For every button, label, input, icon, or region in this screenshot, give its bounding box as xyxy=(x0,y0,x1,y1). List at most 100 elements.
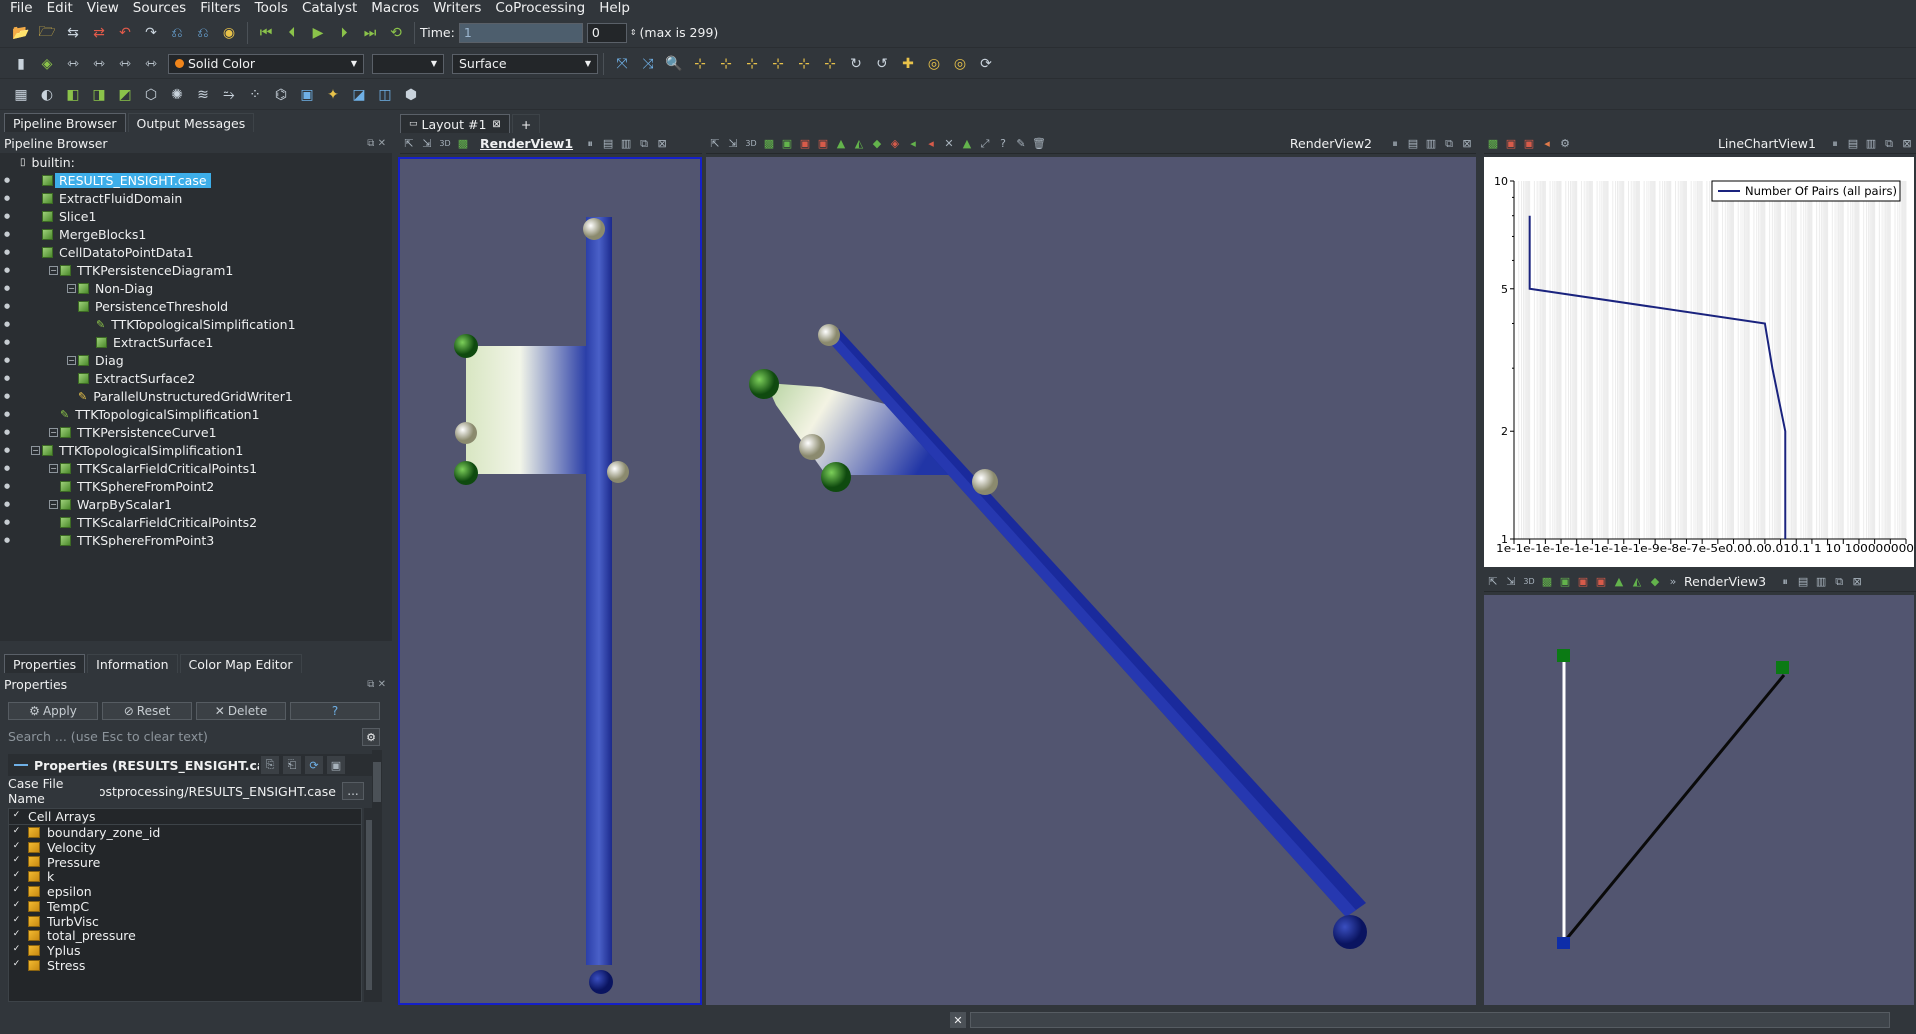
menu-help[interactable]: Help xyxy=(599,0,630,16)
cell-array-item[interactable]: ✓ Velocity xyxy=(9,840,361,855)
split-v-icon[interactable]: ▥ xyxy=(619,137,633,151)
collapse-icon[interactable]: − xyxy=(49,265,58,275)
maximize-icon[interactable]: ⧉ xyxy=(1882,137,1896,151)
polygon-select-icon[interactable]: ◆ xyxy=(1648,575,1662,589)
pipeline-item[interactable]: ● RESULTS_ENSIGHT.case xyxy=(0,171,392,189)
menu-edit[interactable]: Edit xyxy=(47,0,73,16)
float-icon[interactable]: ⧉ xyxy=(367,138,374,149)
group-datasets-icon[interactable]: ⁘ xyxy=(244,84,266,106)
menu-sources[interactable]: Sources xyxy=(133,0,186,16)
grow-selection-icon[interactable]: ◂ xyxy=(1540,137,1554,151)
capture-icon[interactable]: ▩ xyxy=(762,137,776,151)
cell-arrays-all-checkbox[interactable]: ✓ xyxy=(11,811,22,822)
extract-subset-icon[interactable]: ⬡ xyxy=(140,84,162,106)
interaction-icon[interactable]: ⇱ xyxy=(402,137,416,151)
cell-array-checkbox[interactable]: ✓ xyxy=(11,960,22,971)
float-icon[interactable]: ⧉ xyxy=(367,679,374,690)
selection-icon[interactable]: ✦ xyxy=(322,84,344,106)
cell-array-item[interactable]: ✓ Stress xyxy=(9,958,361,973)
select-points-icon[interactable]: ▣ xyxy=(1576,575,1590,589)
cell-array-item[interactable]: ✓ boundary_zone_id xyxy=(9,825,361,840)
tab-layout-1[interactable]: ▭ Layout #1 ⊠ xyxy=(400,114,510,133)
menu-writers[interactable]: Writers xyxy=(433,0,481,16)
interactive-select-icon[interactable]: ◭ xyxy=(1630,575,1644,589)
tab-information[interactable]: Information xyxy=(87,654,178,673)
cell-array-checkbox[interactable]: ✓ xyxy=(11,900,22,912)
interaction-icon[interactable]: ⇱ xyxy=(708,137,722,151)
eye-icon[interactable]: ● xyxy=(0,194,14,202)
cell-array-checkbox[interactable]: ✓ xyxy=(11,871,22,882)
select-points-icon[interactable]: ▣ xyxy=(1504,137,1518,151)
selection-icon[interactable]: ⇲ xyxy=(420,137,434,151)
eye-icon[interactable]: ● xyxy=(0,266,14,274)
maximize-icon[interactable]: ⧉ xyxy=(637,137,651,151)
pause-icon[interactable]: ⏸ xyxy=(583,137,597,151)
pause-icon[interactable]: ⏸ xyxy=(1388,137,1402,151)
cell-array-item[interactable]: ✓ Pressure xyxy=(9,855,361,870)
pipeline-item[interactable]: ● TTKSphereFromPoint2 xyxy=(0,477,392,495)
reset-button[interactable]: ⊘ Reset xyxy=(102,702,192,720)
split-v-icon[interactable]: ▥ xyxy=(1424,137,1438,151)
representation-select[interactable]: Surface ▼ xyxy=(452,53,598,74)
chart-settings-icon[interactable]: ⚙ xyxy=(1558,137,1572,151)
reset-range-icon[interactable]: ⇿ xyxy=(62,53,84,75)
select-block-icon[interactable]: ▲ xyxy=(834,137,848,151)
find-data-icon[interactable]: ▣ xyxy=(296,84,318,106)
collapse-icon[interactable]: − xyxy=(49,427,58,437)
maximize-icon[interactable]: ⧉ xyxy=(1832,575,1846,589)
connect-icon[interactable]: ⇆ xyxy=(62,22,84,44)
pause-icon[interactable]: ⏸ xyxy=(1828,137,1842,151)
redo-icon[interactable]: ↷ xyxy=(140,22,162,44)
close-icon[interactable]: ⊠ xyxy=(1900,137,1914,151)
select-frustum-icon[interactable]: ▣ xyxy=(1594,575,1608,589)
paste-icon[interactable]: ⎗ xyxy=(283,756,301,774)
renderview2-canvas[interactable] xyxy=(706,157,1476,1005)
eye-icon[interactable]: ● xyxy=(0,212,14,220)
interaction-icon[interactable]: ⇱ xyxy=(1486,575,1500,589)
pipeline-item[interactable]: ● − WarpByScalar1 xyxy=(0,495,392,513)
polygon-select-icon[interactable]: ◆ xyxy=(870,137,884,151)
time-step-arrows[interactable]: ⇕ xyxy=(630,28,637,37)
help-button[interactable]: ? xyxy=(290,702,380,720)
pipeline-item[interactable]: ● TTKScalarFieldCriticalPoints2 xyxy=(0,513,392,531)
tab-pipeline-browser[interactable]: Pipeline Browser xyxy=(4,113,126,132)
gear-icon[interactable]: ⚙ xyxy=(362,728,380,746)
color-by-select[interactable]: Solid Color ▼ xyxy=(168,53,364,74)
select-block-icon[interactable]: ▲ xyxy=(1612,575,1626,589)
eye-icon[interactable]: ● xyxy=(0,374,14,382)
calculator-icon[interactable]: ▮ xyxy=(10,53,32,75)
clear-selection-icon[interactable]: ✕ xyxy=(942,137,956,151)
cell-array-item[interactable]: ✓ epsilon xyxy=(9,884,361,899)
tab-output-messages[interactable]: Output Messages xyxy=(127,113,255,132)
3d-toggle-icon[interactable]: 3D xyxy=(744,137,758,151)
undo-icon[interactable]: ↶ xyxy=(114,22,136,44)
plot-selection-icon[interactable]: ◫ xyxy=(374,84,396,106)
split-h-icon[interactable]: ▤ xyxy=(1406,137,1420,151)
pipeline-item[interactable]: ● − Diag xyxy=(0,351,392,369)
menu-catalyst[interactable]: Catalyst xyxy=(302,0,357,16)
split-h-icon[interactable]: ▤ xyxy=(1796,575,1810,589)
view-minus-z-icon[interactable]: ⊹ xyxy=(819,53,841,75)
collapse-icon[interactable]: − xyxy=(67,355,76,365)
view-plus-y-icon[interactable]: ⊹ xyxy=(741,53,763,75)
shrink-selection-icon[interactable]: ◂ xyxy=(924,137,938,151)
palette-icon[interactable]: ◉ xyxy=(218,22,240,44)
capture-icon[interactable]: ▩ xyxy=(1540,575,1554,589)
menu-tools[interactable]: Tools xyxy=(255,0,288,16)
menu-view[interactable]: View xyxy=(87,0,119,16)
last-frame-icon[interactable]: ⏭ xyxy=(359,22,381,44)
selection-icon[interactable]: ⇲ xyxy=(726,137,740,151)
pipeline-item[interactable]: ● ✎ ParallelUnstructuredGridWriter1 xyxy=(0,387,392,405)
clip-filter-icon[interactable]: ◧ xyxy=(62,84,84,106)
zoom-box-icon[interactable]: 🔍 xyxy=(663,53,685,75)
stream-tracer-icon[interactable]: ≋ xyxy=(192,84,214,106)
pipeline-item[interactable]: ● − TTKPersistenceDiagram1 xyxy=(0,261,392,279)
eye-icon[interactable]: ● xyxy=(0,176,14,184)
pick-center-icon[interactable]: ◎ xyxy=(923,53,945,75)
pipeline-item[interactable]: ● − Non-Diag xyxy=(0,279,392,297)
interactive-select-icon[interactable]: ◭ xyxy=(852,137,866,151)
rotate-camera-icon[interactable]: ⟳ xyxy=(975,53,997,75)
eye-icon[interactable]: ● xyxy=(0,248,14,256)
eye-icon[interactable]: ● xyxy=(0,392,14,400)
delete-button[interactable]: ✕ Delete xyxy=(196,702,286,720)
